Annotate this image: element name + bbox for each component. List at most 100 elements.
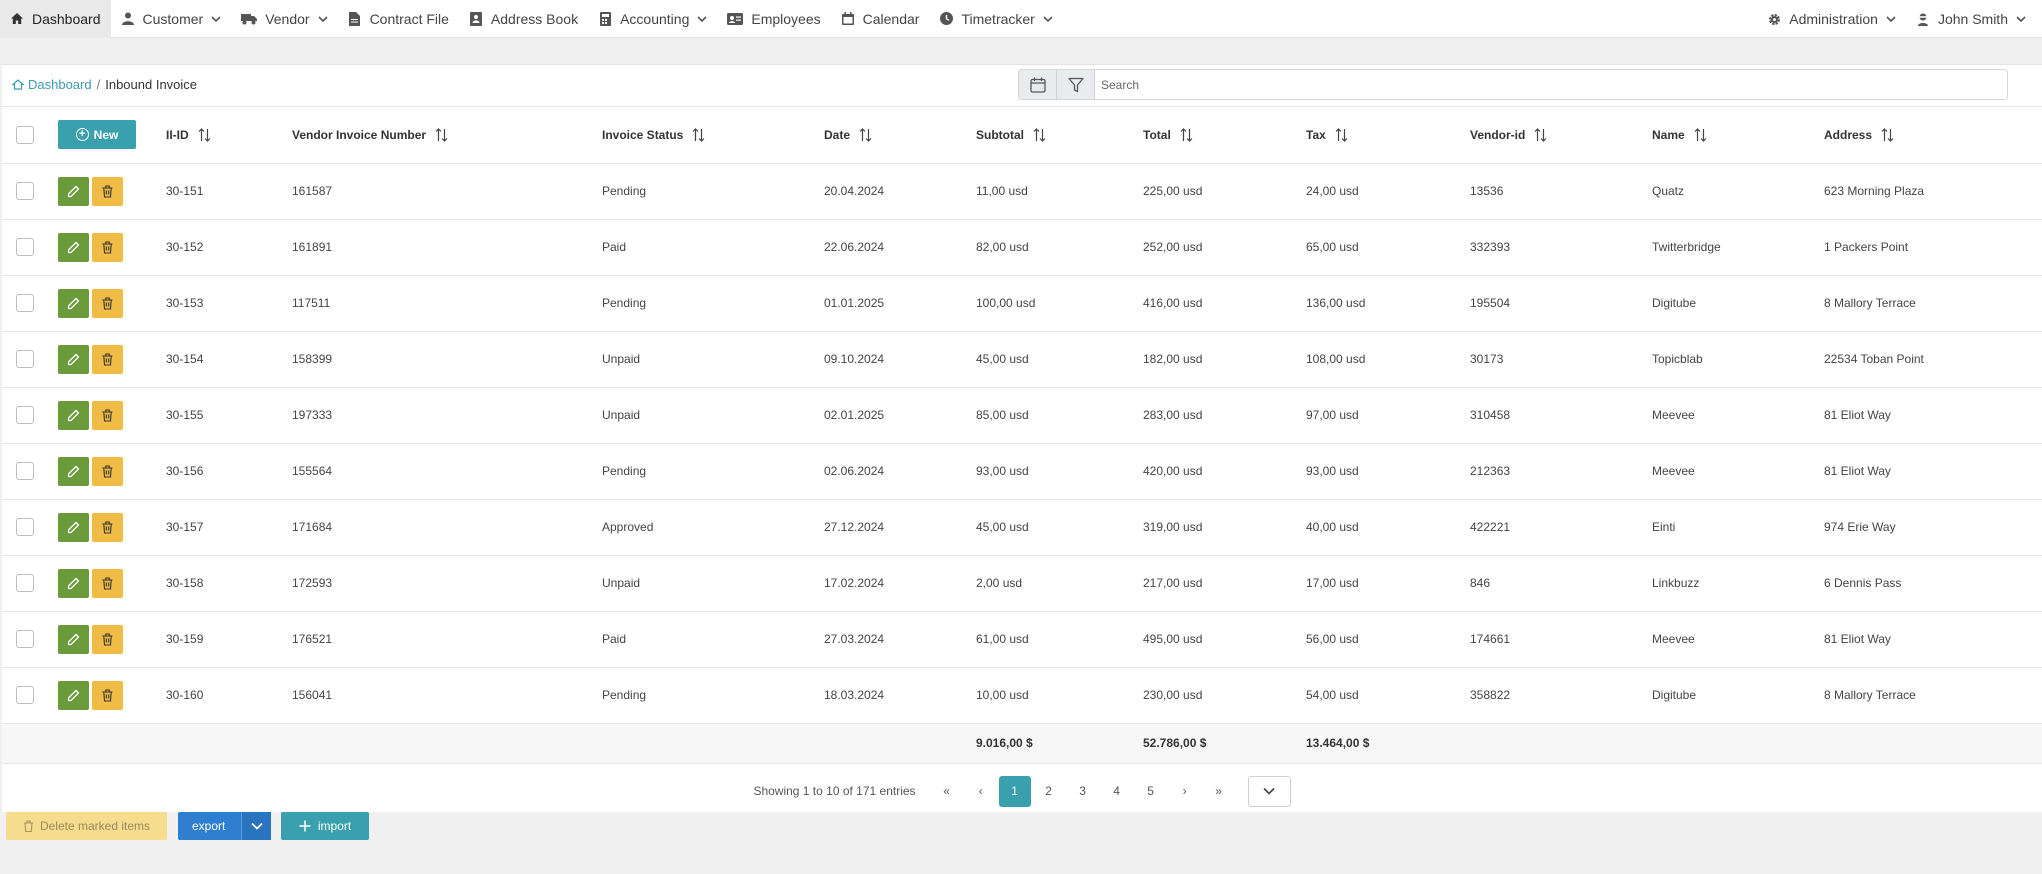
row-checkbox[interactable] <box>16 350 34 368</box>
row-checkbox[interactable] <box>16 574 34 592</box>
edit-button[interactable] <box>58 344 89 374</box>
page-2-button[interactable]: 2 <box>1033 776 1065 807</box>
new-button[interactable]: + New <box>58 120 136 150</box>
cell-date: 02.06.2024 <box>824 464 885 478</box>
edit-button[interactable] <box>58 568 89 598</box>
nav-dashboard[interactable]: Dashboard <box>0 0 111 38</box>
row-checkbox[interactable] <box>16 630 34 648</box>
breadcrumb-dashboard-link[interactable]: Dashboard <box>12 77 92 92</box>
filter-button[interactable] <box>1057 70 1095 99</box>
page-5-button[interactable]: 5 <box>1135 776 1167 807</box>
select-all-checkbox[interactable] <box>16 125 34 144</box>
import-button[interactable]: import <box>281 812 369 840</box>
table-row: 30-153 117511 Pending 01.01.2025 100,00 usd 4… <box>2 275 2042 331</box>
export-dropdown-toggle[interactable] <box>241 812 271 840</box>
cell-date: 27.12.2024 <box>824 520 885 534</box>
row-checkbox[interactable] <box>16 462 34 480</box>
delete-button[interactable] <box>92 680 123 710</box>
nav-administration[interactable]: Administration <box>1757 0 1906 38</box>
col-header-name[interactable]: Name <box>1652 107 1824 163</box>
col-header-invoice-status[interactable]: Invoice Status <box>602 107 824 163</box>
row-checkbox[interactable] <box>16 686 34 704</box>
delete-button[interactable] <box>92 288 123 318</box>
delete-button[interactable] <box>92 400 123 430</box>
nav-label: Calendar <box>862 10 920 27</box>
search-input[interactable] <box>1095 70 2007 99</box>
plus-circle-icon: + <box>75 128 89 142</box>
edit-button[interactable] <box>58 288 89 318</box>
clock-icon <box>939 12 953 26</box>
row-checkbox[interactable] <box>16 182 34 200</box>
col-header-vendor-invoice-number[interactable]: Vendor Invoice Number <box>292 107 602 163</box>
cell-tax: 56,00 usd <box>1306 632 1359 646</box>
page-1-button[interactable]: 1 <box>998 775 1031 807</box>
cell-status: Approved <box>602 520 654 534</box>
user-icon <box>121 12 135 26</box>
breadcrumb-current: Inbound Invoice <box>105 77 198 92</box>
cell-tax: 40,00 usd <box>1306 520 1359 534</box>
cell-name: Einti <box>1652 520 1676 534</box>
nav-customer[interactable]: Customer <box>111 0 232 38</box>
edit-button[interactable] <box>58 624 89 654</box>
col-header-label: Total <box>1143 127 1171 142</box>
row-checkbox[interactable] <box>16 238 34 256</box>
nav-employees[interactable]: Employees <box>717 0 830 38</box>
edit-button[interactable] <box>58 232 89 262</box>
col-header-total[interactable]: Total <box>1143 107 1306 163</box>
delete-button[interactable] <box>92 456 123 486</box>
col-header-id[interactable]: II-ID <box>166 107 292 163</box>
gear-icon <box>1767 12 1781 26</box>
nav-address-book[interactable]: Address Book <box>459 0 588 38</box>
page-4-button[interactable]: 4 <box>1101 776 1133 807</box>
cell-date: 17.02.2024 <box>824 576 885 590</box>
nav-vendor[interactable]: Vendor <box>231 0 337 38</box>
cell-total: 252,00 usd <box>1143 240 1203 254</box>
row-checkbox[interactable] <box>16 406 34 424</box>
delete-button[interactable] <box>92 624 123 654</box>
cell-vendor-id: 422221 <box>1470 520 1511 534</box>
col-header-tax[interactable]: Tax <box>1306 107 1470 163</box>
edit-button[interactable] <box>58 456 89 486</box>
page-3-button[interactable]: 3 <box>1067 776 1099 807</box>
edit-button[interactable] <box>58 512 89 542</box>
nav-accounting[interactable]: Accounting <box>588 0 717 38</box>
col-header-subtotal[interactable]: Subtotal <box>976 107 1143 163</box>
cell-status: Pending <box>602 464 647 478</box>
last-page-button[interactable]: » <box>1203 776 1235 807</box>
delete-button[interactable] <box>92 344 123 374</box>
row-checkbox[interactable] <box>16 294 34 312</box>
delete-button[interactable] <box>92 568 123 598</box>
col-header-address[interactable]: Address <box>1824 107 2042 163</box>
home-icon <box>12 79 24 90</box>
cell-id: 30-155 <box>166 408 204 422</box>
cell-address: 8 Mallory Terrace <box>1824 296 1916 310</box>
edit-button[interactable] <box>58 176 89 206</box>
first-page-button[interactable]: « <box>931 776 963 807</box>
next-page-button[interactable]: › <box>1169 776 1201 807</box>
edit-button[interactable] <box>58 680 89 710</box>
row-checkbox[interactable] <box>16 518 34 536</box>
page-size-select[interactable] <box>1247 775 1291 807</box>
nav-timetracker[interactable]: Timetracker <box>929 0 1062 38</box>
date-filter-button[interactable] <box>1019 70 1057 99</box>
prev-page-button[interactable]: ‹ <box>965 776 997 807</box>
nav-user-menu[interactable]: John Smith <box>1906 0 2042 38</box>
delete-button[interactable] <box>92 176 123 206</box>
filter-icon <box>1067 77 1084 92</box>
nav-label: Contract File <box>369 10 449 27</box>
nav-calendar[interactable]: Calendar <box>831 0 930 38</box>
col-header-label: Name <box>1652 127 1685 142</box>
cell-address: 974 Erie Way <box>1824 520 1896 534</box>
col-header-vendor-id[interactable]: Vendor-id <box>1470 107 1652 163</box>
trash-icon <box>102 688 113 702</box>
export-button[interactable]: export <box>178 812 271 840</box>
edit-button[interactable] <box>58 400 89 430</box>
col-header-date[interactable]: Date <box>824 107 976 163</box>
delete-button[interactable] <box>92 512 123 542</box>
trash-icon <box>102 296 113 310</box>
nav-contract-file[interactable]: Contract File <box>338 0 459 38</box>
delete-button[interactable] <box>92 232 123 262</box>
cell-tax: 108,00 usd <box>1306 352 1366 366</box>
delete-marked-button[interactable]: Delete marked items <box>6 812 167 840</box>
trash-icon <box>102 240 113 254</box>
